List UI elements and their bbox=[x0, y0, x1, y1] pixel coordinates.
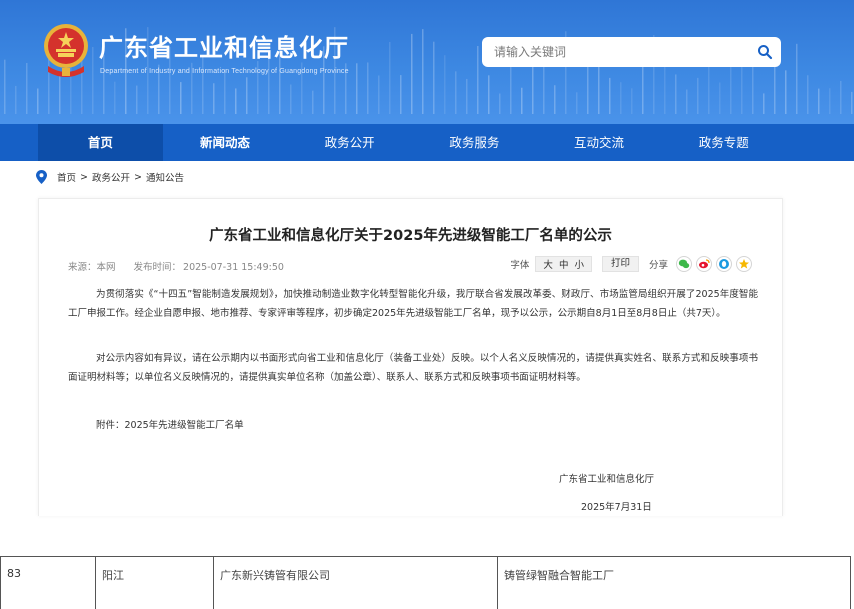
article-source: 来源：本网 bbox=[68, 262, 116, 273]
site-subtitle: Department of Industry and Information T… bbox=[100, 68, 349, 75]
table-row: 83 阳江 广东新兴铸管有限公司 铸管绿智融合智能工厂 bbox=[0, 556, 851, 609]
article-title: 广东省工业和信息化厅关于2025年先进级智能工厂名单的公示 bbox=[209, 228, 612, 244]
qzone-icon[interactable] bbox=[736, 256, 752, 272]
main-nav: 首页 新闻动态 政务公开 政务服务 互动交流 政务专题 bbox=[0, 124, 854, 161]
site-title: 广东省工业和信息化厅 bbox=[99, 34, 349, 62]
national-emblem-icon bbox=[44, 24, 88, 77]
nav-item-gov-affairs[interactable]: 政务公开 bbox=[287, 124, 412, 161]
article-meta: 来源：本网 发布时间： 2025-07-31 15:49:50 bbox=[68, 259, 286, 273]
nav-item-news[interactable]: 新闻动态 bbox=[163, 124, 288, 161]
breadcrumb-home[interactable]: 首页 bbox=[57, 170, 76, 184]
article-paragraph: 为贯彻落实《“十四五”智能制造发展规划》，加快推动制造业数字化转型智能化升级，我… bbox=[68, 289, 758, 319]
search-box bbox=[482, 37, 781, 67]
table-cell-company: 广东新兴铸管有限公司 bbox=[213, 556, 498, 609]
article-tools: 字体 大 中 小 打印 分享 bbox=[510, 254, 752, 274]
publish-time: 2025-07-31 15:49:50 bbox=[183, 262, 284, 273]
nav-item-topics[interactable]: 政务专题 bbox=[661, 124, 786, 161]
article-card: 广东省工业和信息化厅关于2025年先进级智能工厂名单的公示 来源：本网 发布时间：… bbox=[38, 198, 783, 516]
nav-item-interaction[interactable]: 互动交流 bbox=[537, 124, 662, 161]
factory-list-table: 83 阳江 广东新兴铸管有限公司 铸管绿智融合智能工厂 bbox=[0, 556, 851, 609]
search-input[interactable] bbox=[482, 37, 752, 67]
weibo-icon[interactable] bbox=[696, 256, 712, 272]
breadcrumb-gov-affairs[interactable]: 政务公开 bbox=[92, 170, 130, 184]
font-size-large[interactable]: 大 bbox=[543, 257, 553, 271]
location-pin-icon bbox=[36, 170, 47, 184]
qq-icon[interactable] bbox=[716, 256, 732, 272]
font-size-switcher: 大 中 小 bbox=[535, 256, 592, 272]
print-button[interactable]: 打印 bbox=[601, 256, 639, 272]
wechat-icon[interactable] bbox=[676, 256, 692, 272]
publish-label: 发布时间： bbox=[133, 262, 182, 273]
site-header: 广东省工业和信息化厅 Department of Industry and In… bbox=[0, 0, 854, 124]
nav-item-gov-services[interactable]: 政务服务 bbox=[412, 124, 537, 161]
nav-item-home[interactable]: 首页 bbox=[38, 124, 163, 161]
article-paragraph: 对公示内容如有异议，请在公示期内以书面形式向省工业和信息化厅（装备工业处）反映。… bbox=[68, 353, 758, 383]
font-size-medium[interactable]: 中 bbox=[559, 257, 569, 271]
font-size-small[interactable]: 小 bbox=[574, 257, 584, 271]
font-size-label: 字体 bbox=[510, 260, 530, 271]
table-cell-no: 83 bbox=[0, 556, 96, 609]
breadcrumb: 首页 > 政务公开 > 通知公告 bbox=[36, 169, 184, 185]
table-cell-city: 阳江 bbox=[95, 556, 214, 609]
breadcrumb-separator: > bbox=[80, 171, 88, 183]
share-label: 分享 bbox=[648, 260, 668, 271]
search-icon[interactable] bbox=[757, 44, 773, 60]
nav-items: 首页 新闻动态 政务公开 政务服务 互动交流 政务专题 bbox=[38, 124, 786, 161]
table-cell-factory: 铸管绿智融合智能工厂 bbox=[497, 556, 851, 609]
breadcrumb-notices[interactable]: 通知公告 bbox=[146, 170, 184, 184]
signature-date: 2025年7月31日 bbox=[581, 502, 652, 513]
signature-organization: 广东省工业和信息化厅 bbox=[559, 474, 655, 485]
attachment-link[interactable]: 附件：2025年先进级智能工厂名单 bbox=[68, 416, 758, 435]
breadcrumb-separator: > bbox=[134, 171, 142, 183]
